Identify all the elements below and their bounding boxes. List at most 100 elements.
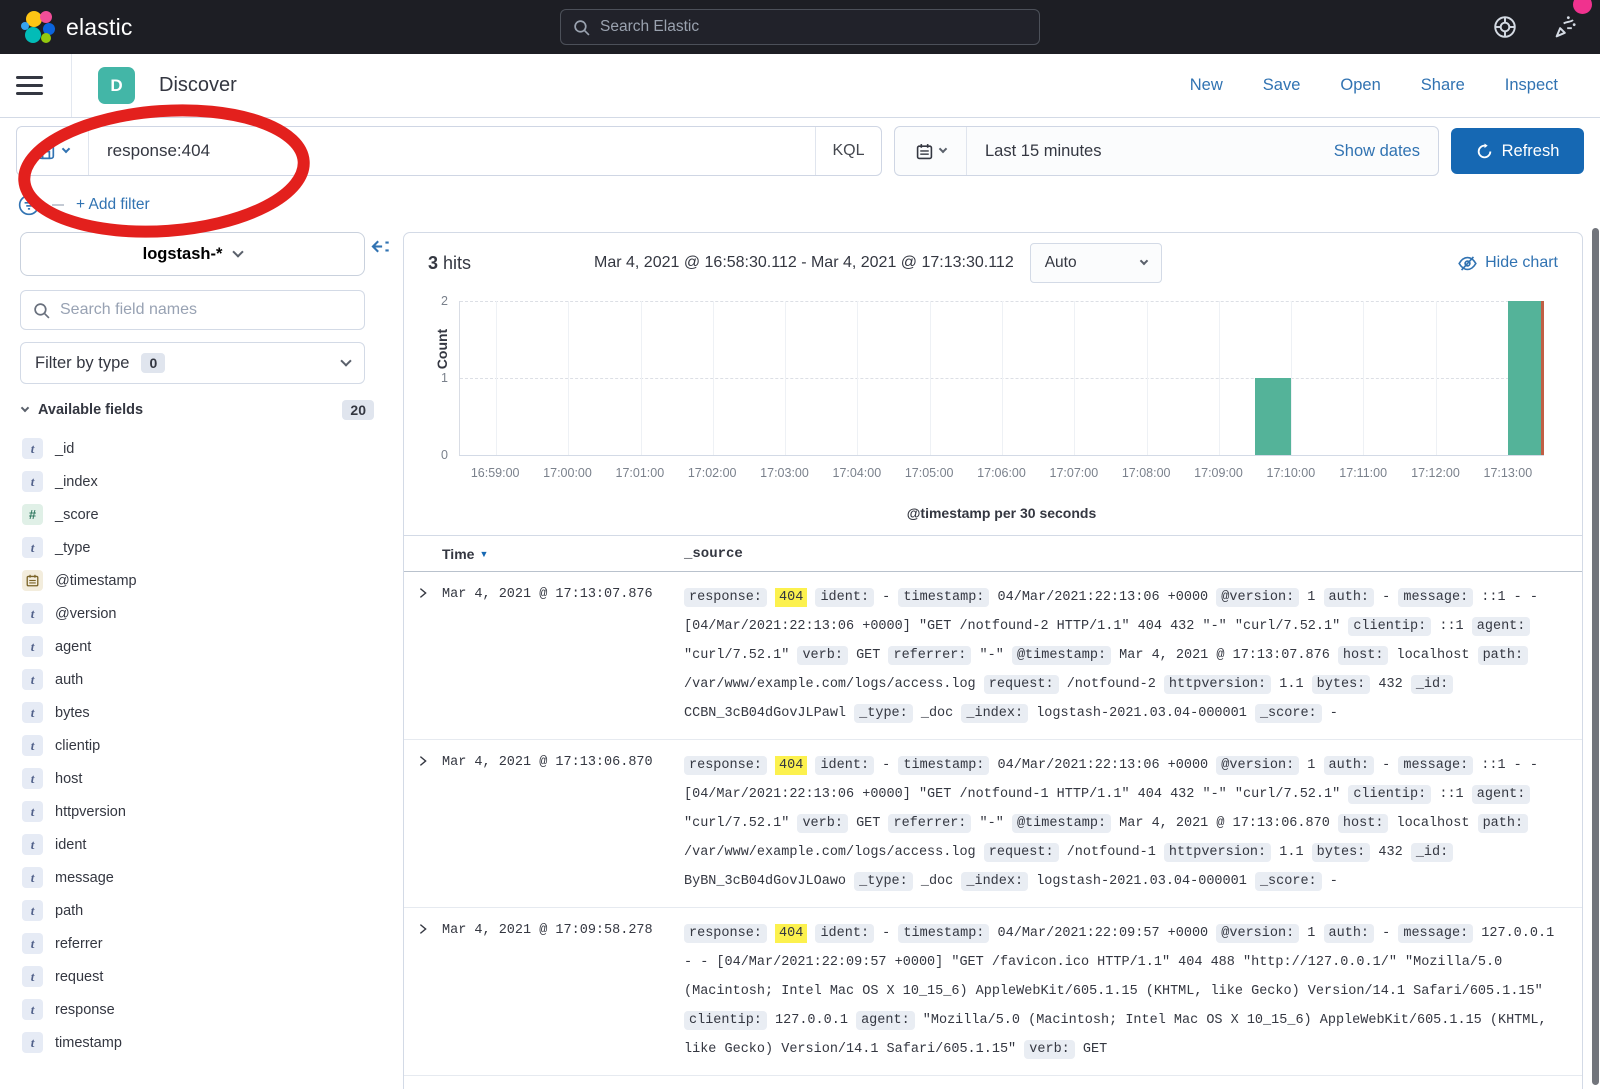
field-name: ident bbox=[55, 837, 86, 853]
field-item-_id[interactable]: t_id bbox=[20, 432, 376, 465]
field-item-message[interactable]: tmessage bbox=[20, 861, 376, 894]
field-item-request[interactable]: trequest bbox=[20, 960, 376, 993]
source-field-value: 1.1 bbox=[1279, 677, 1303, 692]
source-field-name: _index: bbox=[961, 872, 1028, 891]
add-filter-link[interactable]: + Add filter bbox=[76, 196, 150, 214]
show-dates-link[interactable]: Show dates bbox=[1334, 142, 1438, 161]
notification-badge bbox=[1573, 0, 1592, 14]
query-input[interactable]: response:404 KQL bbox=[16, 126, 882, 176]
field-item-@timestamp[interactable]: @timestamp bbox=[20, 564, 376, 597]
field-name: request bbox=[55, 969, 103, 985]
text-type-icon: t bbox=[22, 735, 43, 756]
saved-query-menu[interactable] bbox=[17, 127, 89, 175]
histogram-bar[interactable] bbox=[1255, 378, 1291, 455]
source-field-value: - bbox=[1382, 758, 1390, 773]
source-field-value: CCBN_3cB04dGovJLPawl bbox=[684, 706, 846, 721]
menu-icon[interactable] bbox=[16, 54, 72, 117]
elastic-logo[interactable]: elastic bbox=[20, 9, 133, 45]
field-item-_index[interactable]: t_index bbox=[20, 465, 376, 498]
field-item-path[interactable]: tpath bbox=[20, 894, 376, 927]
source-field-name: ident: bbox=[815, 924, 874, 943]
column-time[interactable]: Time▼ bbox=[442, 546, 684, 562]
help-icon[interactable] bbox=[1492, 14, 1518, 40]
field-item-response[interactable]: tresponse bbox=[20, 993, 376, 1026]
x-tick-label: 17:04:00 bbox=[832, 466, 881, 480]
action-new[interactable]: New bbox=[1190, 76, 1223, 95]
query-text[interactable]: response:404 bbox=[89, 141, 815, 161]
content: logstash-* Search field names Filter by … bbox=[0, 226, 1600, 1089]
field-item-bytes[interactable]: tbytes bbox=[20, 696, 376, 729]
query-bar: response:404 KQL Last 15 minutes Show da… bbox=[0, 118, 1600, 184]
expand-row-icon[interactable] bbox=[404, 751, 442, 896]
filter-icon[interactable] bbox=[18, 194, 40, 216]
gridline-v bbox=[930, 301, 931, 455]
source-field-name: bytes: bbox=[1312, 675, 1371, 694]
date-quick-menu[interactable] bbox=[895, 127, 967, 175]
expand-row-icon[interactable] bbox=[404, 583, 442, 728]
text-type-icon: t bbox=[22, 768, 43, 789]
document-table: Mar 4, 2021 @ 17:13:07.876response: 404 … bbox=[404, 572, 1582, 1076]
gridline-v bbox=[641, 301, 642, 455]
field-name: httpversion bbox=[55, 804, 126, 820]
table-row: Mar 4, 2021 @ 17:13:07.876response: 404 … bbox=[404, 572, 1582, 740]
source-field-name: request: bbox=[984, 675, 1059, 694]
histogram-chart[interactable]: Count 012 @timestamp per 30 seconds 16:5… bbox=[404, 281, 1582, 535]
source-field-name: response: bbox=[684, 588, 767, 607]
source-field-name: @version: bbox=[1216, 588, 1299, 607]
x-tick-label: 17:11:00 bbox=[1339, 466, 1387, 480]
time-range-value[interactable]: Last 15 minutes bbox=[967, 142, 1119, 161]
action-inspect[interactable]: Inspect bbox=[1505, 76, 1558, 95]
gridline-v bbox=[857, 301, 858, 455]
field-item-@version[interactable]: t@version bbox=[20, 597, 376, 630]
chevron-down-icon bbox=[21, 404, 29, 412]
text-type-icon: t bbox=[22, 900, 43, 921]
action-share[interactable]: Share bbox=[1421, 76, 1465, 95]
source-field-name: bytes: bbox=[1312, 843, 1371, 862]
source-field-value: 432 bbox=[1378, 845, 1402, 860]
x-tick-label: 17:01:00 bbox=[615, 466, 664, 480]
gridline-v bbox=[1219, 301, 1220, 455]
field-item-_type[interactable]: t_type bbox=[20, 531, 376, 564]
date-picker[interactable]: Last 15 minutes Show dates bbox=[894, 126, 1439, 176]
table-row: Mar 4, 2021 @ 17:09:58.278response: 404 … bbox=[404, 908, 1582, 1076]
field-item-clientip[interactable]: tclientip bbox=[20, 729, 376, 762]
available-fields-header[interactable]: Available fields 20 bbox=[20, 400, 376, 420]
field-search-input[interactable]: Search field names bbox=[20, 290, 365, 330]
filter-by-type-select[interactable]: Filter by type 0 bbox=[20, 342, 365, 384]
interval-select[interactable]: Auto bbox=[1030, 243, 1162, 283]
field-item-ident[interactable]: tident bbox=[20, 828, 376, 861]
index-pattern-select[interactable]: logstash-* bbox=[20, 232, 365, 276]
field-item-auth[interactable]: tauth bbox=[20, 663, 376, 696]
field-name: _type bbox=[55, 540, 90, 556]
field-name: auth bbox=[55, 672, 83, 688]
histogram-bar[interactable] bbox=[1508, 301, 1544, 455]
expand-row-icon[interactable] bbox=[404, 919, 442, 1064]
field-item-timestamp[interactable]: ttimestamp bbox=[20, 1026, 376, 1059]
global-search-input[interactable]: Search Elastic bbox=[560, 9, 1040, 45]
eye-closed-icon bbox=[1458, 254, 1477, 273]
refresh-button[interactable]: Refresh bbox=[1451, 128, 1584, 174]
field-item-_score[interactable]: #_score bbox=[20, 498, 376, 531]
scrollbar[interactable] bbox=[1592, 228, 1599, 1085]
hide-chart-link[interactable]: Hide chart bbox=[1458, 254, 1558, 273]
source-field-name: path: bbox=[1478, 814, 1529, 833]
source-field-name: clientip: bbox=[1348, 785, 1431, 804]
action-open[interactable]: Open bbox=[1340, 76, 1380, 95]
source-field-name: httpversion: bbox=[1164, 675, 1271, 694]
newsfeed-icon[interactable] bbox=[1552, 13, 1580, 41]
collapse-sidebar-icon[interactable] bbox=[369, 236, 390, 262]
query-language-button[interactable]: KQL bbox=[815, 127, 881, 175]
field-name: _index bbox=[55, 474, 98, 490]
source-field-name: @version: bbox=[1216, 756, 1299, 775]
action-save[interactable]: Save bbox=[1263, 76, 1301, 95]
source-field-value: - bbox=[1330, 874, 1338, 889]
source-field-value: _doc bbox=[921, 706, 953, 721]
source-field-name: _id: bbox=[1411, 675, 1453, 694]
field-item-host[interactable]: thost bbox=[20, 762, 376, 795]
field-item-agent[interactable]: tagent bbox=[20, 630, 376, 663]
text-type-icon: t bbox=[22, 636, 43, 657]
source-field-name: httpversion: bbox=[1164, 843, 1271, 862]
field-item-httpversion[interactable]: thttpversion bbox=[20, 795, 376, 828]
field-item-referrer[interactable]: treferrer bbox=[20, 927, 376, 960]
gridline-v bbox=[568, 301, 569, 455]
